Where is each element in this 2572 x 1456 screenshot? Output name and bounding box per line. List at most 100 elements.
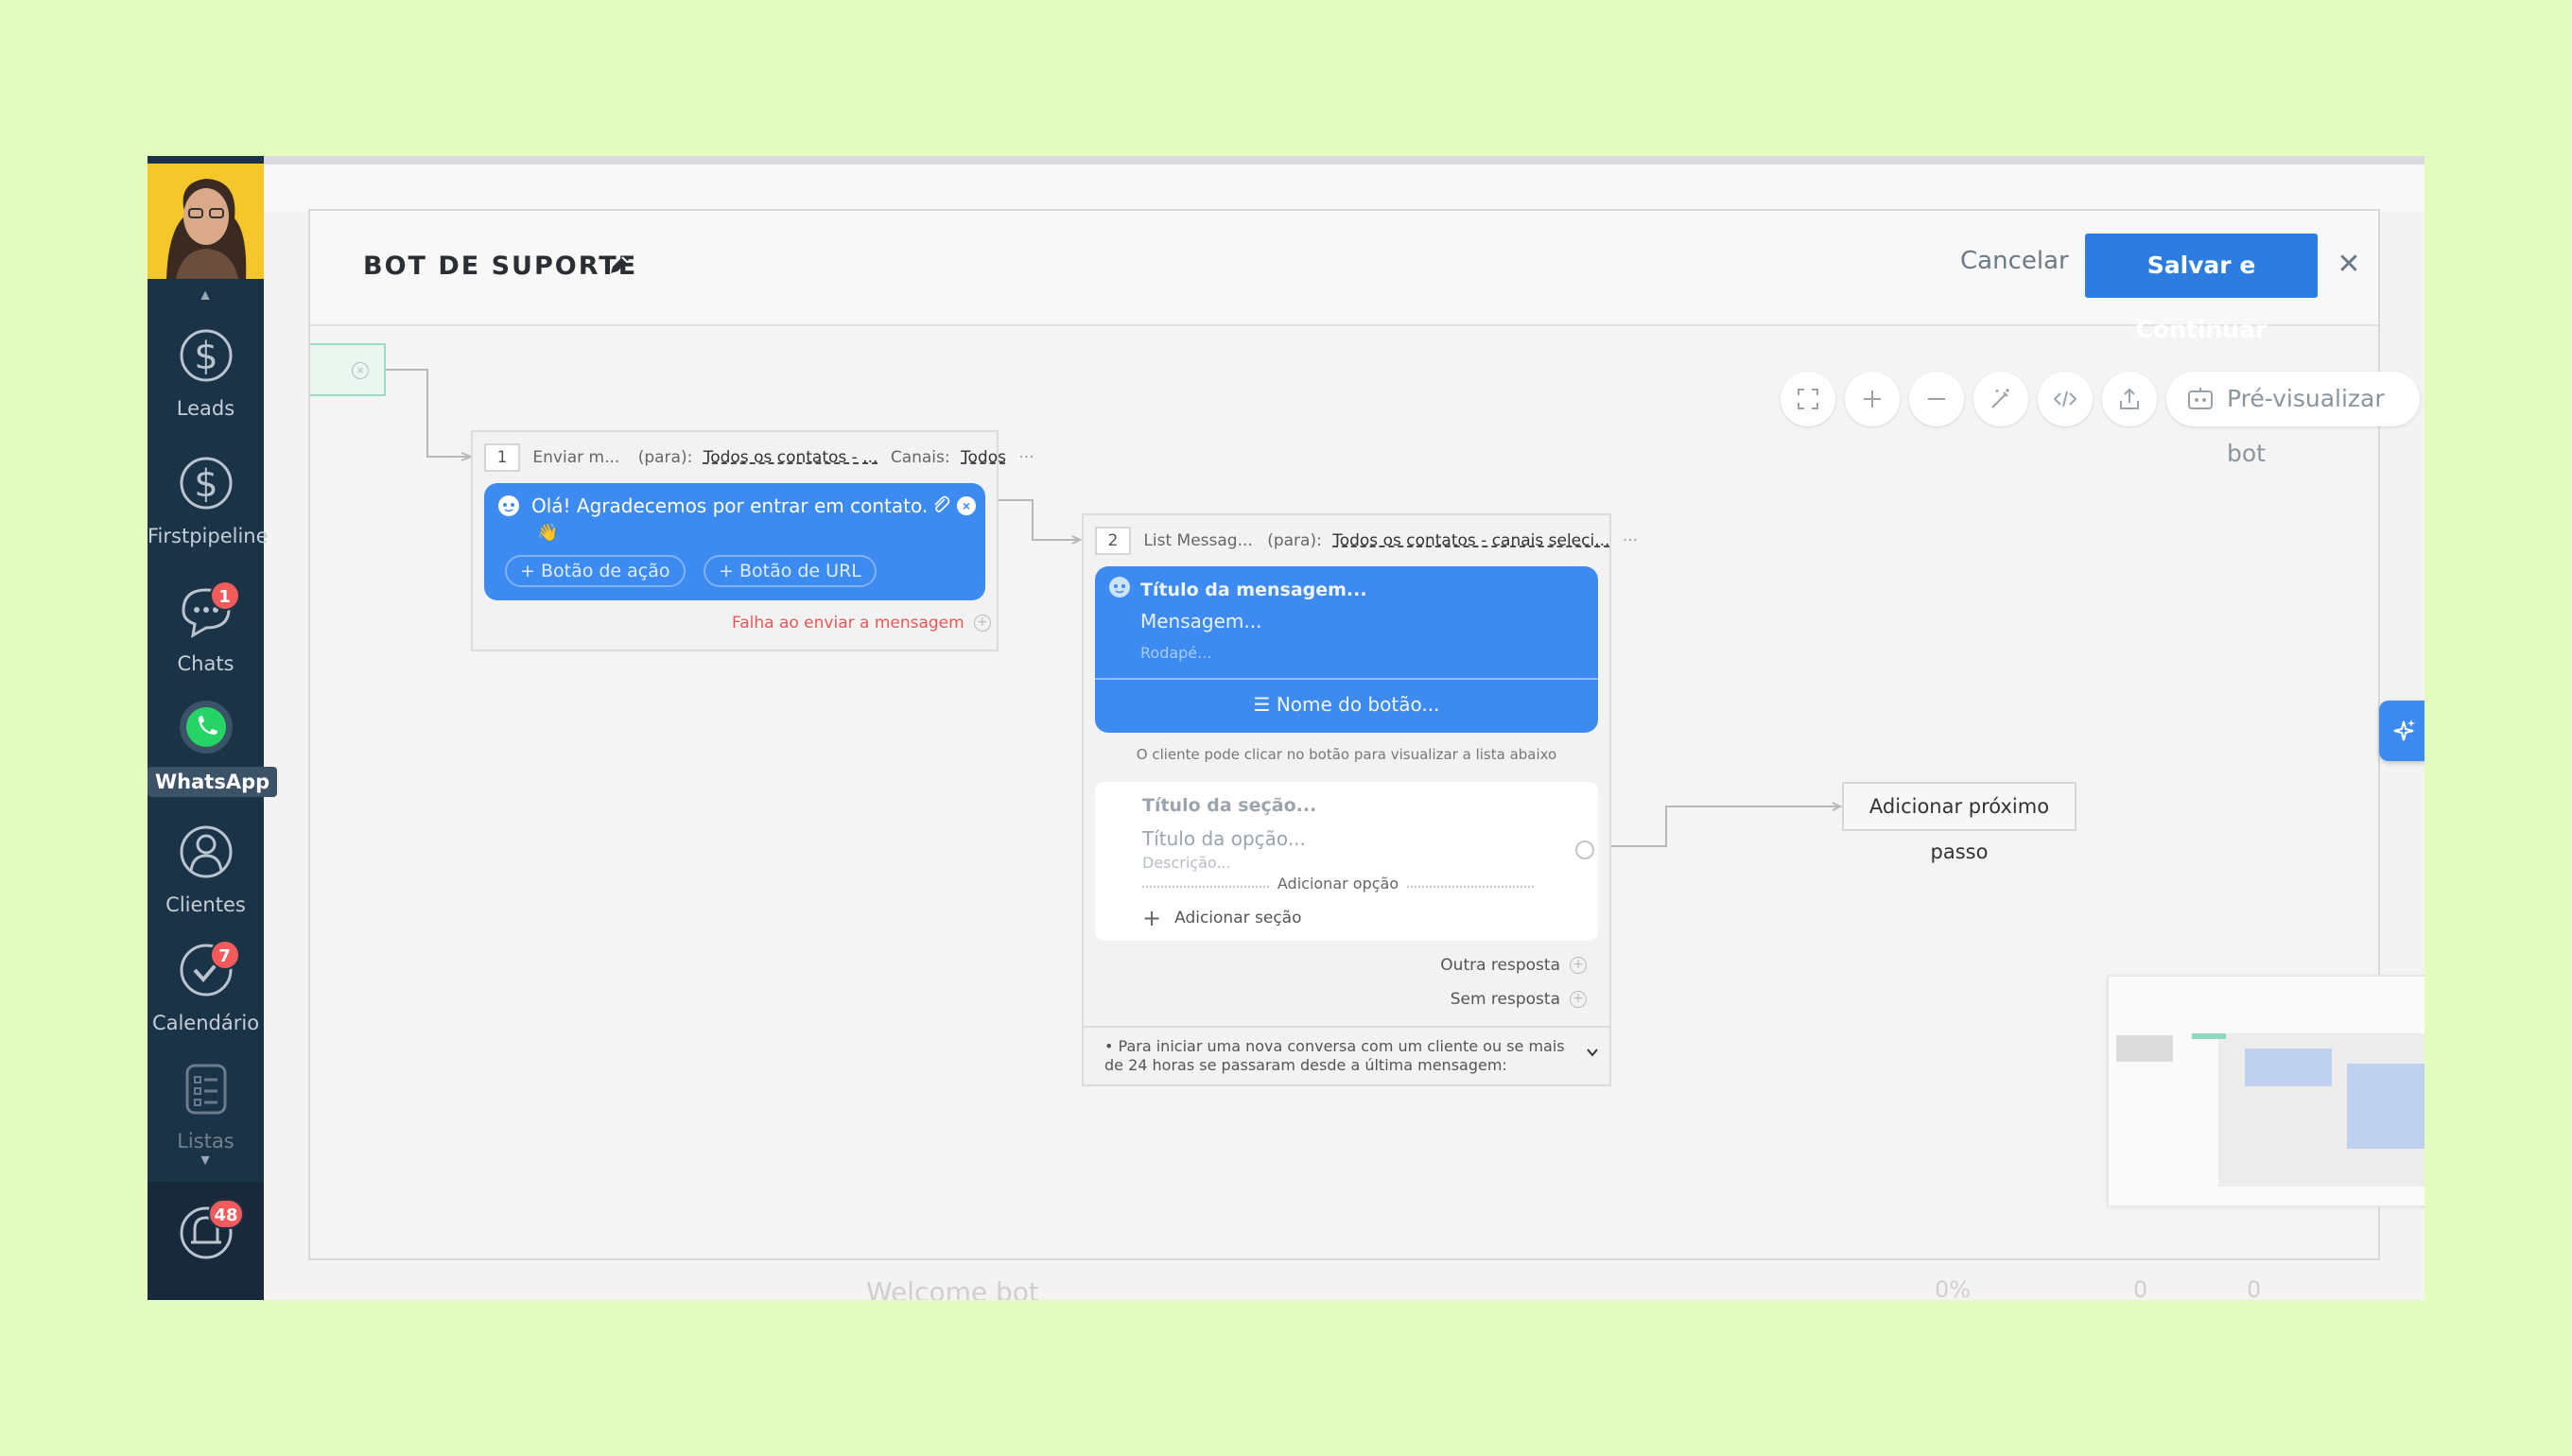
list-help-text: O cliente pode clicar no botão para visu…: [1136, 746, 1557, 763]
minimap-step-2: [2347, 1064, 2424, 1149]
magic-wand-icon: [1991, 389, 2009, 408]
add-url-button[interactable]: + Botão de URL: [704, 555, 877, 587]
sidebar-item-chats[interactable]: 1 Chats: [148, 577, 264, 675]
add-branch-icon[interactable]: +: [973, 615, 991, 632]
background-row-value: 0: [2247, 1276, 2262, 1300]
minimap[interactable]: [2107, 975, 2424, 1207]
sidebar-item-label: Firstpipeline: [148, 525, 269, 547]
sidebar-item-clientes[interactable]: Clientes: [148, 818, 264, 916]
close-icon[interactable]: ×: [352, 362, 369, 379]
sidebar-item-whatsapp[interactable]: WhatsApp: [148, 695, 278, 797]
message-footer-input[interactable]: Rodapé...: [1140, 644, 1211, 662]
list-section-card[interactable]: Título da seção... Título da opção... De…: [1095, 782, 1598, 941]
section-title-input[interactable]: Título da seção...: [1142, 795, 1316, 816]
other-response-label: Outra resposta: [1440, 956, 1560, 975]
step-header: 1 Enviar m... (para): Todos os contatos …: [484, 443, 1034, 472]
hamburger-icon: ☰: [1253, 693, 1277, 716]
message-bubble[interactable]: Olá! Agradecemos por entrar em contato. …: [484, 483, 985, 600]
scroll-down-icon[interactable]: ▼: [194, 1153, 217, 1169]
channels-selector[interactable]: Todos: [961, 448, 1006, 467]
sidebar-item-label: Calendário: [151, 1012, 260, 1034]
unread-badge: 1: [209, 581, 240, 611]
to-label: (para):: [1267, 531, 1322, 550]
close-icon[interactable]: ×: [957, 496, 976, 515]
step-action[interactable]: List Messag...: [1143, 531, 1252, 550]
chevron-down-icon[interactable]: [1585, 1045, 1600, 1060]
fullscreen-button[interactable]: [1781, 372, 1835, 426]
list-button-label: Nome do botão...: [1276, 693, 1440, 716]
step-action[interactable]: Enviar m...: [532, 448, 619, 467]
add-branch-icon[interactable]: +: [1570, 991, 1587, 1008]
sidebar-item-label: Chats: [177, 652, 235, 675]
send-failure-label: Falha ao enviar a mensagem: [732, 614, 964, 633]
divider: [1095, 678, 1598, 680]
magic-wand-button[interactable]: [1973, 372, 2028, 426]
background-header: [264, 165, 2424, 212]
sidebar-item-firstpipeline[interactable]: $ Firstpipeline: [148, 449, 269, 547]
message-emoji: 👋: [537, 523, 559, 542]
list-message-bubble[interactable]: Título da mensagem... Mensagem... Rodapé…: [1095, 566, 1598, 733]
add-branch-icon[interactable]: +: [1570, 957, 1587, 974]
code-button[interactable]: [2038, 372, 2093, 426]
channels-label: Canais:: [890, 448, 950, 467]
zoom-in-button[interactable]: [1845, 372, 1900, 426]
option-title-input[interactable]: Título da opção...: [1142, 827, 1306, 850]
user-icon: [176, 818, 236, 886]
list-button-name-input[interactable]: ☰ Nome do botão...: [1095, 693, 1598, 716]
sidebar-item-leads[interactable]: $ Leads: [148, 321, 264, 420]
bot-icon: [498, 495, 519, 516]
option-connector-handle[interactable]: [1575, 841, 1594, 859]
sidebar: ▲ $ Leads $ Firstpipeline 1 Chats WhatsA…: [148, 156, 278, 1300]
attachment-icon[interactable]: [930, 494, 951, 515]
preview-bot-button[interactable]: Pré-visualizar bot: [2166, 372, 2420, 467]
export-button[interactable]: [2102, 372, 2157, 426]
recipients-selector[interactable]: Todos os contatos - canais seleci...: [1332, 531, 1609, 550]
message-body-input[interactable]: Mensagem...: [1140, 610, 1261, 633]
minimap-start-node: [2192, 1033, 2226, 1039]
no-response-label: Sem resposta: [1450, 990, 1560, 1009]
no-response-branch[interactable]: Sem resposta +: [1451, 990, 1587, 1009]
avatar[interactable]: [148, 164, 264, 279]
sparkle-icon: [2393, 719, 2415, 741]
step-send-message[interactable]: 1 Enviar m... (para): Todos os contatos …: [471, 430, 1034, 651]
recipients-selector[interactable]: Todos os contatos - ...: [704, 448, 878, 467]
whatsapp-icon: [176, 695, 236, 759]
add-section-button[interactable]: + Adicionar seção: [1142, 905, 1302, 931]
message-title-input[interactable]: Título da mensagem...: [1140, 580, 1367, 600]
start-node[interactable]: ×: [310, 343, 386, 396]
chat-bubble-icon: 1: [176, 577, 240, 645]
more-options-icon[interactable]: ···: [1623, 531, 1638, 550]
plus-icon: +: [1142, 905, 1162, 931]
template-note: • Para iniciar uma nova conversa com um …: [1104, 1037, 1565, 1074]
export-icon: [2120, 388, 2139, 409]
zoom-out-button[interactable]: [1909, 372, 1964, 426]
step-number: 1: [484, 443, 520, 472]
other-response-branch[interactable]: Outra resposta +: [1440, 956, 1587, 975]
divider: [1084, 1026, 1609, 1028]
checkmark-icon: 7: [176, 936, 240, 1004]
sidebar-item-calendario[interactable]: 7 Calendário: [148, 936, 264, 1034]
step-header: 2 List Messag... (para): Todos os contat…: [1095, 527, 1638, 555]
sidebar-item-label: Leads: [176, 397, 235, 420]
tasks-badge: 7: [209, 940, 240, 970]
svg-text:$: $: [194, 462, 217, 506]
scroll-up-icon[interactable]: ▲: [194, 288, 217, 303]
more-options-icon[interactable]: ···: [1018, 448, 1034, 467]
send-failure-branch[interactable]: Falha ao enviar a mensagem +: [732, 614, 991, 633]
fullscreen-icon: [1798, 389, 1818, 409]
ai-assistant-button[interactable]: [2379, 701, 2424, 761]
add-next-step-button[interactable]: Adicionar próximo passo: [1842, 782, 2077, 863]
add-option-button[interactable]: Adicionar opção: [1142, 875, 1534, 897]
background-row-value: 0%: [1935, 1276, 1972, 1300]
svg-text:$: $: [194, 335, 217, 378]
add-action-button[interactable]: + Botão de ação: [505, 555, 686, 587]
dollar-icon: $: [176, 449, 236, 517]
to-label: (para):: [637, 448, 693, 467]
sidebar-item-listas[interactable]: Listas: [148, 1054, 264, 1153]
step-number: 2: [1095, 527, 1131, 555]
option-description-input[interactable]: Descrição...: [1142, 854, 1231, 872]
step-list-message[interactable]: 2 List Messag... (para): Todos os contat…: [1082, 513, 1638, 1086]
notifications-button[interactable]: 48: [148, 1199, 264, 1267]
message-text[interactable]: Olá! Agradecemos por entrar em contato.: [531, 494, 928, 517]
dollar-icon: $: [176, 321, 236, 390]
